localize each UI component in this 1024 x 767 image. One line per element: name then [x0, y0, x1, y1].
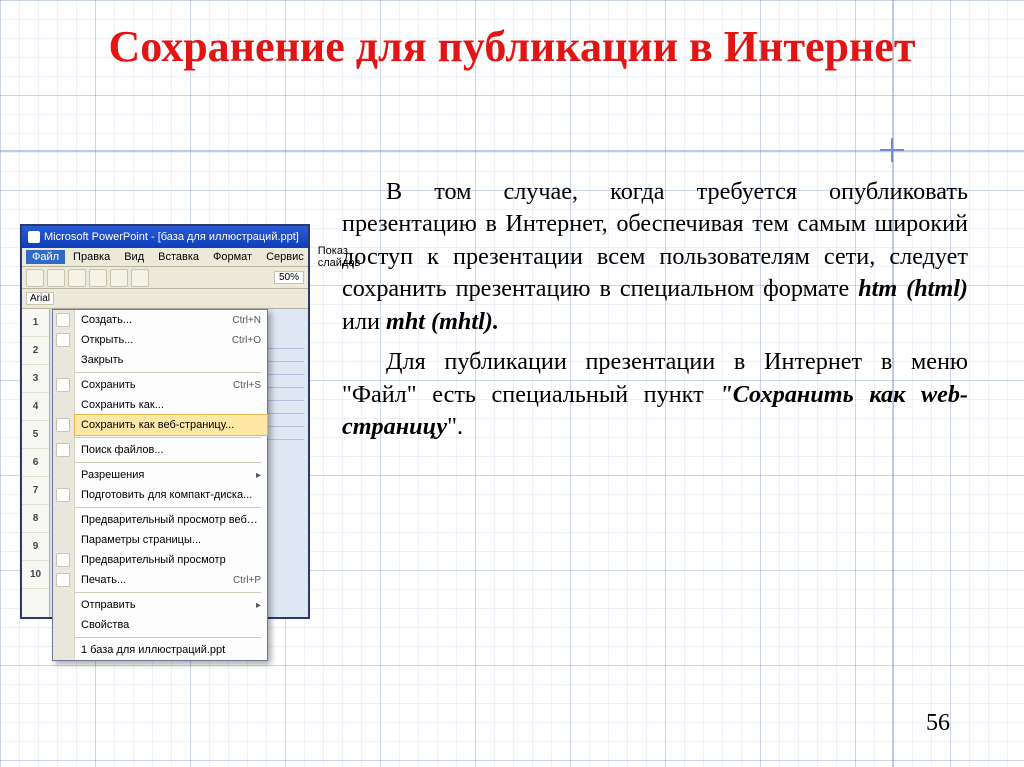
app-icon: [28, 231, 40, 243]
menu-item[interactable]: Предварительный просмотр веб-страницы: [75, 510, 267, 530]
font-name-box[interactable]: Arial: [26, 292, 54, 305]
menu-item-shortcut: Ctrl+S: [225, 380, 261, 391]
menu-формат[interactable]: Формат: [207, 250, 258, 264]
toolbar-standard: 50%: [22, 267, 308, 289]
outline-slide-number[interactable]: 6: [22, 449, 49, 477]
outline-slide-number[interactable]: 10: [22, 561, 49, 589]
menu-item-label: Открыть...: [81, 334, 224, 346]
menu-item[interactable]: СохранитьCtrl+S: [75, 375, 267, 395]
window-title: Microsoft PowerPoint - [база для иллюстр…: [44, 226, 299, 248]
menu-item-icon: [56, 553, 70, 567]
outline-slide-number[interactable]: 5: [22, 421, 49, 449]
slide-outline: 12345678910: [22, 309, 50, 617]
menu-item-shortcut: Ctrl+N: [224, 315, 261, 326]
file-menu-dropdown: Создать...Ctrl+NОткрыть...Ctrl+OЗакрытьС…: [52, 309, 268, 661]
menu-item[interactable]: Предварительный просмотр: [75, 550, 267, 570]
menu-item[interactable]: Создать...Ctrl+N: [75, 310, 267, 330]
menu-icon-strip: [53, 310, 75, 660]
menu-item-label: Разрешения: [81, 469, 252, 481]
toolbar-button-icon[interactable]: [89, 269, 107, 287]
menu-item-label: Предварительный просмотр веб-страницы: [81, 514, 261, 526]
format-mht: mht (mhtl).: [386, 308, 499, 335]
toolbar-button-icon[interactable]: [110, 269, 128, 287]
menu-item[interactable]: Свойства: [75, 615, 267, 635]
toolbar-formatting: Arial: [22, 289, 308, 309]
menu-separator: [75, 507, 261, 508]
menu-item-label: Закрыть: [81, 354, 261, 366]
outline-slide-number[interactable]: 2: [22, 337, 49, 365]
menu-bar: ФайлПравкаВидВставкаФорматСервисПоказ сл…: [22, 248, 308, 267]
menu-item-label: Сохранить как веб-страницу...: [81, 419, 261, 431]
menu-item-label: Предварительный просмотр: [81, 554, 261, 566]
menu-item[interactable]: 1 база для иллюстраций.ppt: [75, 640, 267, 660]
menu-файл[interactable]: Файл: [26, 250, 65, 264]
menu-item-label: Отправить: [81, 599, 252, 611]
format-htm: htm (html): [858, 275, 968, 302]
menu-item-icon: [56, 418, 70, 432]
menu-вид[interactable]: Вид: [118, 250, 150, 264]
menu-item-icon: [56, 573, 70, 587]
powerpoint-screenshot: Microsoft PowerPoint - [база для иллюстр…: [20, 224, 310, 619]
outline-slide-number[interactable]: 7: [22, 477, 49, 505]
menu-separator: [75, 637, 261, 638]
menu-item-label: Подготовить для компакт-диска...: [81, 489, 261, 501]
menu-item[interactable]: Параметры страницы...: [75, 530, 267, 550]
menu-separator: [75, 372, 261, 373]
menu-item-label: Сохранить: [81, 379, 225, 391]
menu-item[interactable]: Разрешения▸: [75, 465, 267, 485]
outline-slide-number[interactable]: 3: [22, 365, 49, 393]
menu-item-icon: [56, 443, 70, 457]
menu-вставка[interactable]: Вставка: [152, 250, 205, 264]
toolbar-button-icon[interactable]: [26, 269, 44, 287]
menu-item-label: Создать...: [81, 314, 224, 326]
outline-slide-number[interactable]: 4: [22, 393, 49, 421]
menu-item-shortcut: Ctrl+O: [224, 335, 261, 346]
submenu-arrow-icon: ▸: [252, 600, 261, 611]
menu-item-label: Поиск файлов...: [81, 444, 261, 456]
menu-item[interactable]: Закрыть: [75, 350, 267, 370]
menu-separator: [75, 592, 261, 593]
menu-item-label: Сохранить как...: [81, 399, 261, 411]
page-number: 56: [926, 710, 950, 737]
menu-item-label: 1 база для иллюстраций.ppt: [81, 644, 261, 656]
menu-item-icon: [56, 313, 70, 327]
menu-item-label: Печать...: [81, 574, 225, 586]
submenu-arrow-icon: ▸: [252, 470, 261, 481]
zoom-box[interactable]: 50%: [274, 271, 304, 284]
toolbar-button-icon[interactable]: [68, 269, 86, 287]
slide-title: Сохранение для публикации в Интернет: [0, 22, 1024, 71]
menu-сервис[interactable]: Сервис: [260, 250, 310, 264]
toolbar-button-icon[interactable]: [47, 269, 65, 287]
menu-item-icon: [56, 378, 70, 392]
menu-item[interactable]: Печать...Ctrl+P: [75, 570, 267, 590]
menu-item[interactable]: Открыть...Ctrl+O: [75, 330, 267, 350]
body-text: В том случае, когда требуется опубликова…: [342, 176, 968, 451]
guide-horizontal: [0, 150, 1024, 152]
window-titlebar: Microsoft PowerPoint - [база для иллюстр…: [22, 226, 308, 248]
menu-item[interactable]: Сохранить как веб-страницу...: [75, 415, 267, 435]
menu-item-icon: [56, 333, 70, 347]
para2-c: ".: [447, 413, 463, 440]
menu-показ слайдов[interactable]: Показ слайдов: [312, 244, 367, 270]
outline-slide-number[interactable]: 1: [22, 309, 49, 337]
toolbar-button-icon[interactable]: [131, 269, 149, 287]
guide-cross-icon: [880, 138, 904, 162]
menu-item[interactable]: Сохранить как...: [75, 395, 267, 415]
outline-slide-number[interactable]: 9: [22, 533, 49, 561]
outline-slide-number[interactable]: 8: [22, 505, 49, 533]
menu-item-label: Свойства: [81, 619, 261, 631]
para1-b: или: [342, 308, 386, 335]
menu-item-shortcut: Ctrl+P: [225, 575, 261, 586]
menu-item[interactable]: Отправить▸: [75, 595, 267, 615]
menu-separator: [75, 437, 261, 438]
menu-правка[interactable]: Правка: [67, 250, 116, 264]
menu-item[interactable]: Подготовить для компакт-диска...: [75, 485, 267, 505]
menu-item-icon: [56, 488, 70, 502]
menu-separator: [75, 462, 261, 463]
menu-item[interactable]: Поиск файлов...: [75, 440, 267, 460]
menu-item-label: Параметры страницы...: [81, 534, 261, 546]
